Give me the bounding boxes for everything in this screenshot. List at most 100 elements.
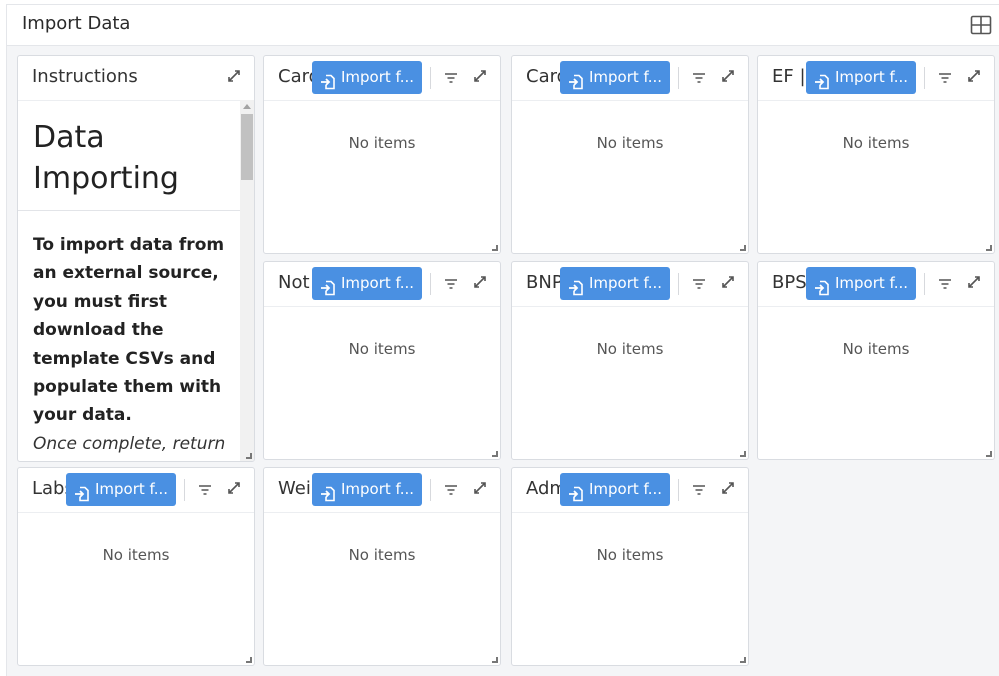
empty-state-text: No items	[348, 340, 416, 358]
expand-icon[interactable]	[720, 480, 736, 496]
resize-handle[interactable]	[492, 245, 498, 251]
title-bar: Import Data	[7, 4, 999, 46]
import-panel: Card Import f... No items	[511, 55, 749, 254]
header-separator	[678, 479, 679, 501]
header-separator	[430, 67, 431, 89]
file-import-icon	[320, 481, 336, 502]
filter-icon[interactable]	[444, 70, 458, 84]
expand-icon[interactable]	[966, 68, 982, 84]
file-import-icon	[568, 69, 584, 90]
instructions-content[interactable]: Data Importing To import data from an ex…	[18, 100, 240, 461]
expand-icon[interactable]	[472, 68, 488, 84]
file-import-icon	[814, 275, 830, 296]
scrollbar[interactable]	[240, 100, 254, 461]
import-button-label: Import f...	[835, 274, 909, 292]
divider	[18, 210, 240, 211]
panel-header: BNP Import f...	[512, 262, 748, 307]
panel-header: Card Import f...	[264, 56, 500, 101]
instructions-heading: Data Importing	[33, 117, 233, 199]
import-button[interactable]: Import f...	[312, 267, 422, 300]
import-button[interactable]: Import f...	[806, 267, 916, 300]
header-separator	[184, 479, 185, 501]
filter-icon[interactable]	[938, 276, 952, 290]
panel-title: Instructions	[32, 66, 138, 87]
panel-header: Labs Import f...	[18, 468, 254, 513]
file-import-icon	[568, 481, 584, 502]
filter-icon[interactable]	[444, 276, 458, 290]
import-panel: Wei Import f... No items	[263, 467, 501, 666]
resize-handle[interactable]	[492, 657, 498, 663]
filter-icon[interactable]	[444, 482, 458, 496]
filter-icon[interactable]	[692, 70, 706, 84]
import-button-label: Import f...	[589, 274, 663, 292]
filter-icon[interactable]	[938, 70, 952, 84]
empty-state-text: No items	[596, 134, 664, 152]
header-separator	[924, 273, 925, 295]
header-separator	[678, 67, 679, 89]
resize-handle[interactable]	[740, 245, 746, 251]
file-import-icon	[74, 481, 90, 502]
import-button[interactable]: Import f...	[560, 61, 670, 94]
instructions-panel: Instructions Data Importing To import da…	[17, 55, 255, 462]
import-panel: BPS Import f... No items	[757, 261, 995, 460]
resize-handle[interactable]	[740, 657, 746, 663]
import-button[interactable]: Import f...	[312, 473, 422, 506]
panel-title: BNP	[526, 272, 563, 293]
expand-icon[interactable]	[472, 274, 488, 290]
import-button[interactable]: Import f...	[560, 267, 670, 300]
resize-handle[interactable]	[986, 451, 992, 457]
import-button-label: Import f...	[341, 480, 415, 498]
filter-icon[interactable]	[692, 482, 706, 496]
panel-header: Card Import f...	[512, 56, 748, 101]
page-title: Import Data	[22, 13, 131, 34]
panel-title: BPS	[772, 272, 807, 293]
panel-title: Not	[278, 272, 310, 293]
filter-icon[interactable]	[692, 276, 706, 290]
panel-header: Not Import f...	[264, 262, 500, 307]
expand-icon[interactable]	[472, 480, 488, 496]
import-button-label: Import f...	[589, 68, 663, 86]
panel-header: Adm Import f...	[512, 468, 748, 513]
import-panel: Labs Import f... No items	[17, 467, 255, 666]
expand-icon[interactable]	[720, 274, 736, 290]
file-import-icon	[320, 69, 336, 90]
file-import-icon	[814, 69, 830, 90]
filter-icon[interactable]	[198, 482, 212, 496]
resize-handle[interactable]	[246, 453, 252, 459]
grid-layout-icon[interactable]	[970, 15, 992, 35]
resize-handle[interactable]	[492, 451, 498, 457]
expand-icon[interactable]	[720, 68, 736, 84]
panel-header: BPS Import f...	[758, 262, 994, 307]
empty-state-text: No items	[348, 546, 416, 564]
resize-handle[interactable]	[740, 451, 746, 457]
empty-state-text: No items	[596, 340, 664, 358]
file-import-icon	[320, 275, 336, 296]
import-button-label: Import f...	[95, 480, 169, 498]
import-panel: EF | Import f... No items	[757, 55, 995, 254]
empty-state-text: No items	[102, 546, 170, 564]
resize-handle[interactable]	[246, 657, 252, 663]
panel-header: Instructions	[18, 56, 254, 101]
empty-state-text: No items	[842, 134, 910, 152]
header-separator	[678, 273, 679, 295]
app-window: Import Data Instructions Data Importing …	[6, 4, 999, 676]
expand-icon[interactable]	[966, 274, 982, 290]
import-button-label: Import f...	[835, 68, 909, 86]
scrollbar-thumb[interactable]	[241, 114, 253, 180]
import-panel: BNP Import f... No items	[511, 261, 749, 460]
import-button-label: Import f...	[341, 274, 415, 292]
import-button[interactable]: Import f...	[312, 61, 422, 94]
import-button[interactable]: Import f...	[560, 473, 670, 506]
scroll-up-arrow-icon[interactable]	[243, 104, 251, 109]
expand-icon[interactable]	[226, 480, 242, 496]
import-panel: Not Import f... No items	[263, 261, 501, 460]
expand-icon[interactable]	[226, 68, 242, 84]
resize-handle[interactable]	[986, 245, 992, 251]
empty-state-text: No items	[596, 546, 664, 564]
import-button[interactable]: Import f...	[806, 61, 916, 94]
import-button[interactable]: Import f...	[66, 473, 176, 506]
header-separator	[430, 273, 431, 295]
instructions-bold-text: To import data from an external source, …	[33, 235, 225, 426]
panel-header: Wei Import f...	[264, 468, 500, 513]
import-panel: Card Import f... No items	[263, 55, 501, 254]
